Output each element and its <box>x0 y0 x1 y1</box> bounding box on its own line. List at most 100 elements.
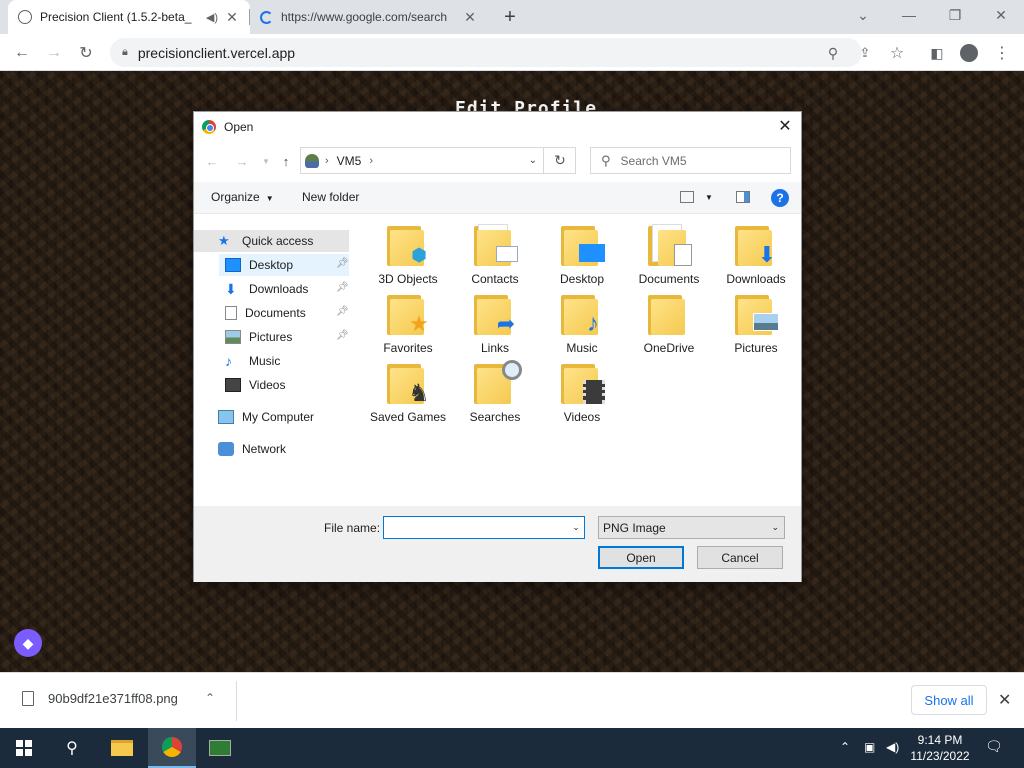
search-icon[interactable]: ⚲ <box>48 728 96 768</box>
menu-kebab-icon[interactable]: ⋮ <box>989 40 1015 66</box>
folder-desktop[interactable]: Desktop <box>539 222 625 286</box>
forward-icon[interactable]: → <box>41 40 67 66</box>
app-window-icon[interactable] <box>196 728 244 768</box>
folder-onedrive[interactable]: OneDrive <box>626 291 712 355</box>
folder-music[interactable]: ♪ Music <box>539 291 625 355</box>
magnifier-icon <box>502 360 522 380</box>
bookmark-star-icon[interactable]: ☆ <box>884 40 910 66</box>
nav-documents[interactable]: Documents <box>219 302 349 324</box>
nav-network[interactable]: Network <box>194 438 349 460</box>
folder-saved-games[interactable]: ♞ Saved Games <box>365 360 451 424</box>
back-icon[interactable]: ← <box>9 40 35 66</box>
tab-google-search[interactable]: https://www.google.com/search ✕ <box>250 0 488 34</box>
close-tab-icon[interactable]: ✕ <box>462 9 478 25</box>
volume-icon[interactable]: ◀) <box>886 740 899 754</box>
back-arrow-icon[interactable]: ← <box>202 151 222 171</box>
folder-downloads[interactable]: ⬇ Downloads <box>713 222 799 286</box>
folder-contacts[interactable]: Contacts <box>452 222 538 286</box>
monitor-icon <box>225 258 241 272</box>
chevron-up-icon[interactable]: ⌃ <box>840 740 850 754</box>
cube-icon: ⬢ <box>411 244 427 265</box>
pin-icon[interactable]: 📌︎ <box>336 258 349 269</box>
cancel-button[interactable]: Cancel <box>697 546 783 569</box>
open-button[interactable]: Open <box>598 546 684 569</box>
nav-videos[interactable]: Videos <box>219 374 349 396</box>
pin-icon[interactable]: 📌︎ <box>336 306 349 317</box>
file-type-select[interactable]: PNG Image ⌄ <box>598 516 785 539</box>
preview-pane-icon[interactable] <box>736 191 750 203</box>
download-item[interactable]: 90b9df21e371ff08.png <box>22 691 178 706</box>
help-icon[interactable]: ? <box>771 189 789 207</box>
profile-avatar-icon[interactable] <box>956 40 982 66</box>
show-all-button[interactable]: Show all <box>911 685 987 715</box>
nav-music[interactable]: ♪ Music <box>219 350 349 372</box>
navigation-pane: ★ Quick access Desktop 📌︎ ⬇ Downloads 📌︎… <box>194 230 356 500</box>
notification-icon[interactable]: 🗨︎ <box>985 738 1003 755</box>
download-arrow-icon: ⬇ <box>757 242 777 267</box>
download-arrow-icon: ⬇ <box>225 281 237 297</box>
dialog-titlebar: Open ✕ <box>194 112 801 141</box>
dialog-close-button[interactable]: ✕ <box>769 112 801 140</box>
folder-favorites[interactable]: ★ Favorites <box>365 291 451 355</box>
refresh-icon[interactable]: ↻ <box>543 147 576 174</box>
folder-pictures[interactable]: Pictures <box>713 291 799 355</box>
folder-3d-objects[interactable]: ⬢ 3D Objects <box>365 222 451 286</box>
nav-pictures[interactable]: Pictures <box>219 326 349 348</box>
floating-action-button[interactable]: ◆ <box>14 629 42 657</box>
reload-icon[interactable]: ↻ <box>73 40 99 66</box>
close-shelf-icon[interactable]: ✕ <box>998 690 1011 710</box>
link-arrow-icon: ➦ <box>496 311 516 336</box>
new-folder-button[interactable]: New folder <box>302 190 359 204</box>
side-panel-icon[interactable]: ◧ <box>924 40 950 66</box>
change-view-icon[interactable] <box>680 191 694 203</box>
url-text: precisionclient.vercel.app <box>137 44 296 61</box>
tab-precision-client[interactable]: Precision Client (1.5.2-beta_ ◀) ✕ <box>8 0 250 34</box>
user-folder-icon <box>305 153 319 168</box>
minimize-icon[interactable]: — <box>886 0 932 30</box>
divider <box>236 681 237 721</box>
forward-arrow-icon[interactable]: → <box>232 151 252 171</box>
nav-quick-access[interactable]: ★ Quick access <box>194 230 349 252</box>
folder-searches[interactable]: Searches <box>452 360 538 424</box>
network-icon[interactable]: ▣ <box>864 740 875 754</box>
chevron-down-icon[interactable]: ⌄ <box>568 517 584 538</box>
address-bar[interactable]: 🔒︎ precisionclient.vercel.app <box>110 38 862 67</box>
windows-start-icon[interactable] <box>0 728 48 768</box>
breadcrumb-vm5[interactable]: VM5 <box>337 154 362 168</box>
search-icon[interactable]: ⚲ <box>820 40 846 66</box>
file-name-input[interactable] <box>383 516 585 539</box>
search-input[interactable]: ⚲ Search VM5 <box>590 147 791 174</box>
nav-desktop[interactable]: Desktop <box>219 254 349 276</box>
chrome-taskbar-icon[interactable] <box>148 728 196 768</box>
open-file-dialog: Open ✕ ← → ▼ ↑ › VM5 › ⌄ ↻ ⚲ Search VM5 … <box>193 111 802 582</box>
path-breadcrumb[interactable]: › VM5 › ⌄ <box>300 147 576 174</box>
folder-videos[interactable]: Videos <box>539 360 625 424</box>
command-bar: Organize ▼ New folder ▼ ? <box>194 182 801 214</box>
view-dropdown-icon[interactable]: ▼ <box>705 193 713 202</box>
file-name-label: File name: <box>324 521 381 535</box>
folder-documents[interactable]: Documents <box>626 222 712 286</box>
tab-search-icon[interactable]: ⌄ <box>840 0 886 30</box>
windows-taskbar: ⚲ ⌃ ▣ ◀) 9:14 PM 11/23/2022 🗨︎ <box>0 728 1024 768</box>
close-tab-icon[interactable]: ✕ <box>224 9 240 25</box>
speaker-icon[interactable]: ◀) <box>206 11 218 24</box>
picture-icon <box>225 330 241 344</box>
nav-my-computer[interactable]: My Computer <box>194 406 349 428</box>
pin-icon[interactable]: 📌︎ <box>336 330 349 341</box>
close-window-icon[interactable]: ✕ <box>978 0 1024 30</box>
clock[interactable]: 9:14 PM 11/23/2022 <box>905 732 975 764</box>
nav-downloads[interactable]: ⬇ Downloads <box>219 278 349 300</box>
restore-icon[interactable]: ❐ <box>932 0 978 30</box>
organize-button[interactable]: Organize ▼ <box>211 190 274 204</box>
tab-title: https://www.google.com/search <box>281 10 448 24</box>
document-icon <box>225 306 237 320</box>
file-explorer-icon[interactable] <box>98 728 146 768</box>
new-tab-button[interactable]: + <box>498 5 522 29</box>
share-icon[interactable]: ⇪ <box>852 40 878 66</box>
up-arrow-icon[interactable]: ↑ <box>276 151 296 171</box>
chevron-down-icon[interactable]: ⌄ <box>529 155 537 166</box>
pin-icon[interactable]: 📌︎ <box>336 282 349 293</box>
chevron-up-icon[interactable]: ⌃ <box>205 691 215 705</box>
recent-locations-icon[interactable]: ▼ <box>256 151 276 171</box>
folder-links[interactable]: ➦ Links <box>452 291 538 355</box>
